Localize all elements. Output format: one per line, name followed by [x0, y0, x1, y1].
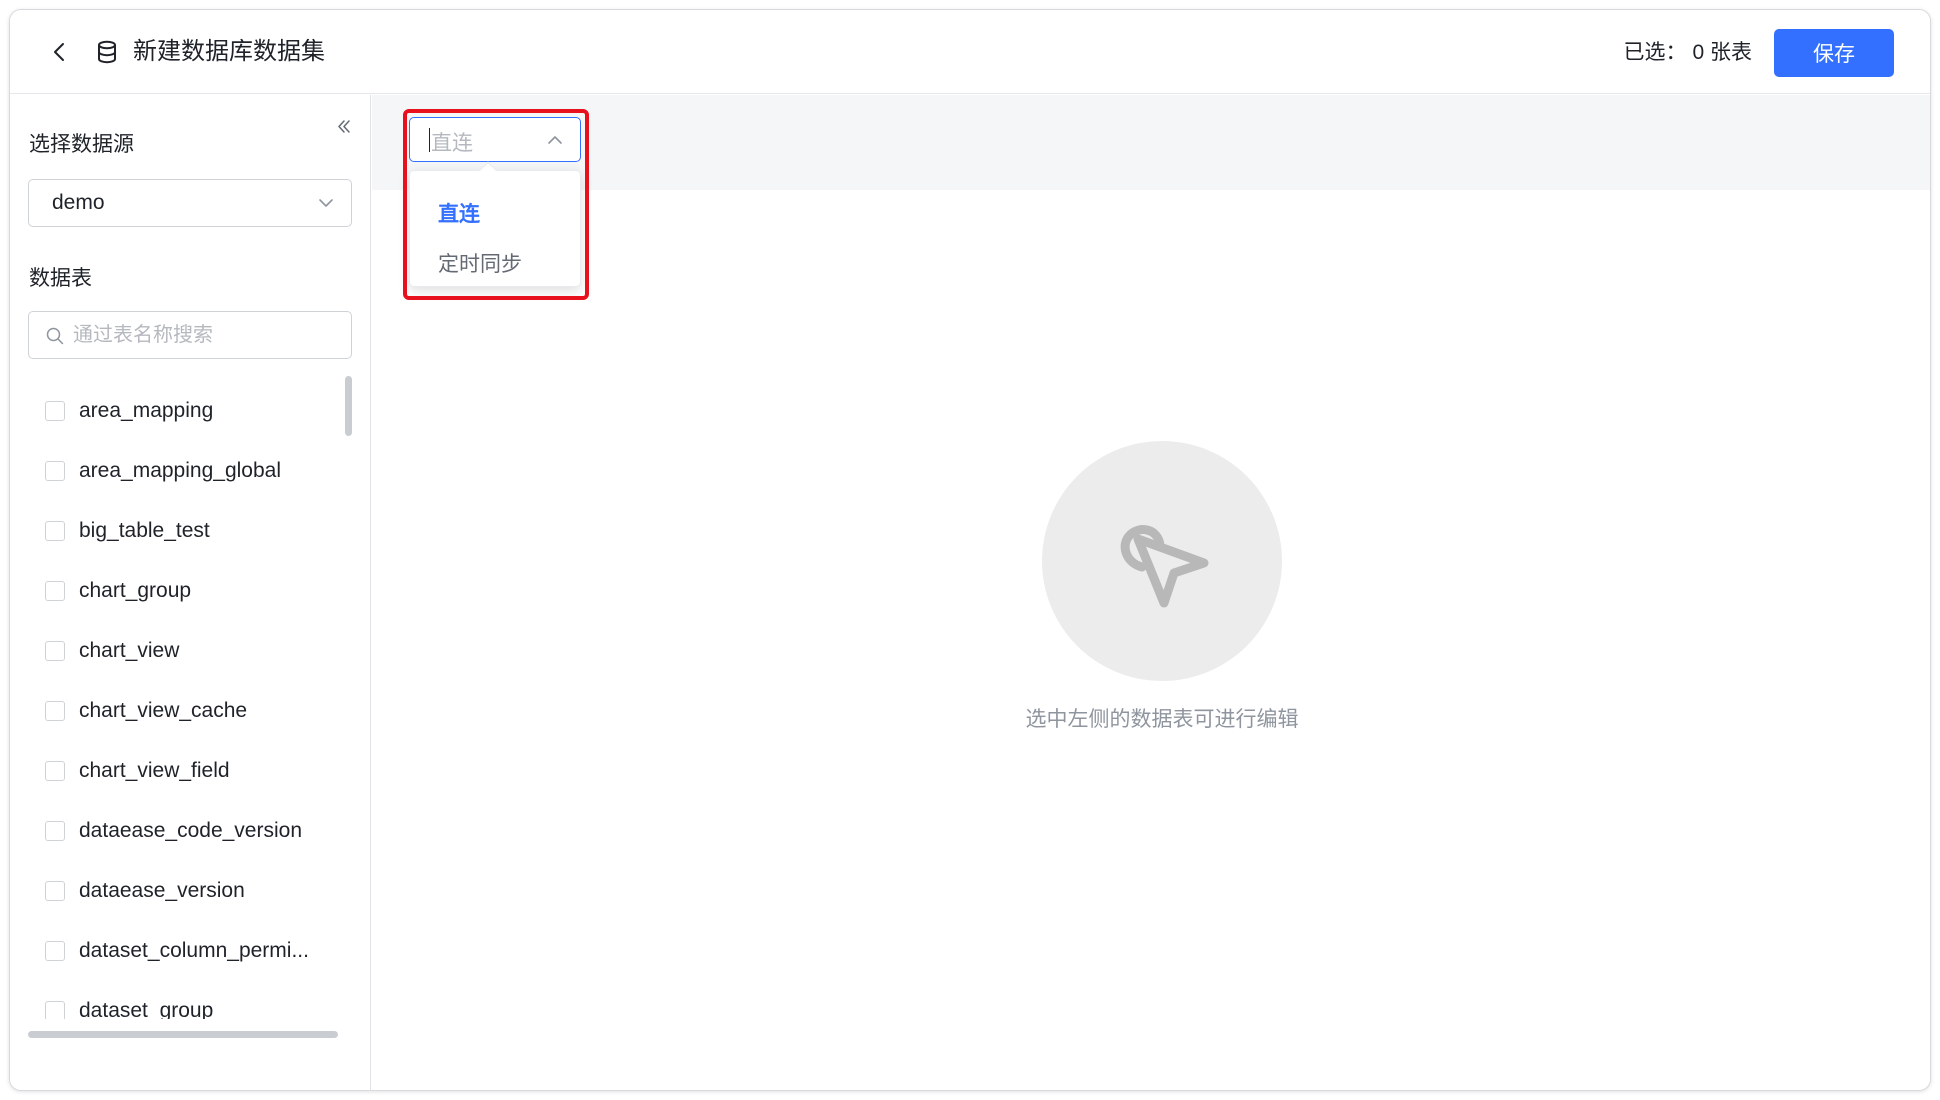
table-list-vertical-scrollbar[interactable] [345, 376, 352, 436]
selected-count: 0 张表 [1692, 41, 1752, 64]
table-checkbox[interactable] [45, 521, 65, 541]
mode-option-direct[interactable]: 直连 [438, 201, 480, 229]
table-search-box [28, 311, 352, 359]
table-checkbox[interactable] [45, 881, 65, 901]
table-list-horizontal-scrollbar[interactable] [28, 1031, 338, 1038]
table-name: chart_view_cache [79, 699, 248, 722]
table-checkbox[interactable] [45, 701, 65, 721]
table-item[interactable]: area_mapping_global [45, 451, 281, 491]
table-checkbox[interactable] [45, 941, 65, 961]
table-checkbox[interactable] [45, 401, 65, 421]
collapse-sidebar-icon[interactable] [334, 117, 354, 137]
chevron-up-icon [548, 136, 562, 144]
page-title: 新建数据库数据集 [133, 38, 325, 65]
search-icon [46, 327, 64, 345]
table-checkbox[interactable] [45, 581, 65, 601]
empty-state-illustration [1042, 441, 1282, 681]
table-item[interactable]: big_table_test [45, 511, 210, 551]
database-icon [94, 39, 120, 65]
mode-option-scheduled-sync[interactable]: 定时同步 [438, 251, 522, 279]
page-header: 新建数据库数据集 已选： 0 张表 保存 [10, 10, 1930, 94]
cursor-pointer-icon [1120, 525, 1209, 608]
mode-toolbar [372, 95, 1930, 190]
chevron-left-icon [54, 43, 64, 61]
table-item[interactable]: area_mapping [45, 391, 213, 431]
table-search-input[interactable] [73, 320, 343, 350]
selected-count-info: 已选： 0 张表 [1623, 39, 1752, 67]
text-caret [429, 128, 430, 152]
datasource-select[interactable]: demo [28, 179, 352, 227]
table-checkbox[interactable] [45, 761, 65, 781]
table-list: area_mapping area_mapping_global big_tab… [10, 379, 350, 1019]
table-item[interactable]: dataease_code_version [45, 811, 302, 851]
chevron-down-icon [319, 199, 333, 207]
table-item[interactable]: dataset_column_permi... [45, 931, 309, 971]
table-name: area_mapping [79, 399, 214, 422]
table-name: dataease_version [79, 879, 245, 902]
sidebar: 选择数据源 demo 数据表 area_mapping area_mapping… [10, 95, 371, 1090]
datasource-label: 选择数据源 [29, 133, 134, 156]
app-window: 新建数据库数据集 已选： 0 张表 保存 选择数据源 demo 数据表 通过表名… [9, 9, 1931, 1091]
table-name: chart_view_field [79, 759, 230, 782]
table-name: dataease_code_version [79, 819, 303, 842]
table-item[interactable]: chart_group [45, 571, 191, 611]
table-item[interactable]: chart_view [45, 631, 179, 671]
table-item[interactable]: chart_view_field [45, 751, 230, 791]
table-checkbox[interactable] [45, 821, 65, 841]
connection-mode-dropdown: 直连 定时同步 [409, 170, 581, 287]
table-checkbox[interactable] [45, 641, 65, 661]
table-name: dataset_group [79, 999, 214, 1019]
connection-mode-select[interactable]: 直连 [409, 117, 581, 162]
table-name: area_mapping_global [79, 459, 281, 482]
table-name: chart_view [79, 639, 180, 662]
empty-state-text: 选中左侧的数据表可进行编辑 [1025, 708, 1299, 731]
save-button[interactable]: 保存 [1774, 29, 1894, 77]
selected-label: 已选： [1623, 41, 1687, 64]
connection-mode-placeholder: 直连 [431, 132, 473, 155]
table-item[interactable]: chart_view_cache [45, 691, 247, 731]
main-editor-area: 直连 直连 定时同步 选中左侧的数据表可进行编辑 [372, 95, 1930, 1090]
tables-label: 数据表 [29, 267, 92, 290]
back-button[interactable] [48, 40, 72, 64]
datasource-value: demo [52, 191, 105, 214]
table-name: big_table_test [79, 519, 210, 542]
table-name: chart_group [79, 579, 192, 602]
table-checkbox[interactable] [45, 1001, 65, 1019]
table-item[interactable]: dataease_version [45, 871, 245, 911]
table-name: dataset_column_permi... [79, 939, 309, 962]
table-item[interactable]: dataset_group [45, 991, 213, 1019]
table-checkbox[interactable] [45, 461, 65, 481]
